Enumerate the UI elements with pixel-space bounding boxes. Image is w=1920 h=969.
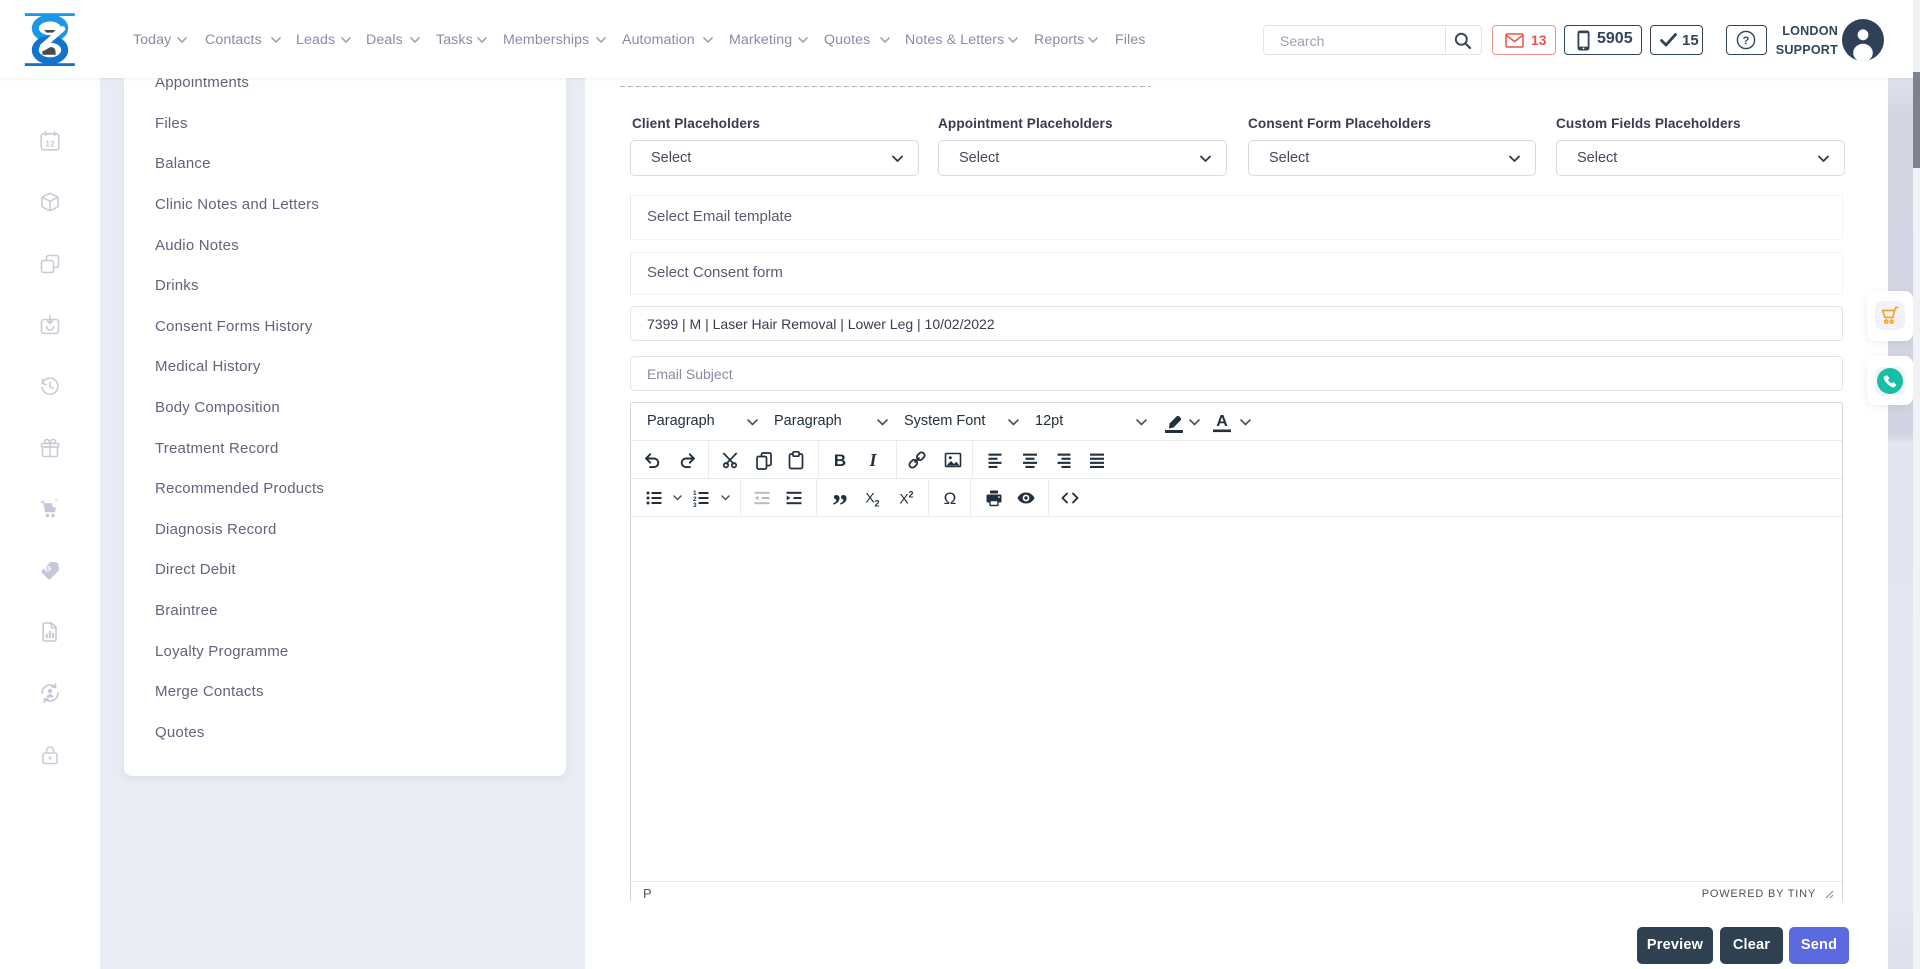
svg-text:$: $ bbox=[46, 566, 50, 573]
svg-text:2: 2 bbox=[908, 490, 913, 500]
svg-text:I: I bbox=[868, 450, 877, 470]
svg-text:A: A bbox=[1216, 413, 1228, 430]
svg-text:12: 12 bbox=[45, 138, 55, 148]
svg-text:3: 3 bbox=[693, 502, 697, 508]
svg-text:2: 2 bbox=[874, 499, 879, 509]
svg-text:”: ” bbox=[832, 488, 848, 508]
svg-text:?: ? bbox=[1743, 35, 1750, 47]
svg-text:B: B bbox=[834, 451, 846, 470]
svg-text:Ω: Ω bbox=[944, 489, 957, 508]
